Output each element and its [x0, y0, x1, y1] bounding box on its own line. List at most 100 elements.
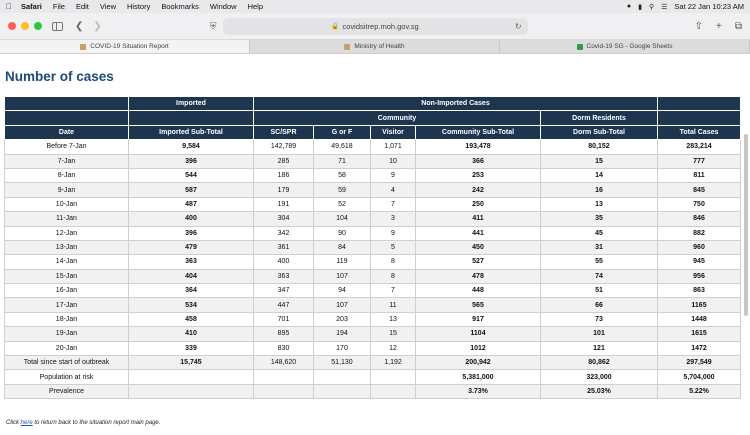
menu-window[interactable]: Window — [210, 2, 237, 11]
menubar-clock[interactable]: Sat 22 Jan 10:23 AM — [674, 2, 744, 11]
window-controls — [8, 22, 42, 30]
tab-situation-report[interactable]: COVID-19 Situation Report — [0, 40, 250, 53]
table-cell — [128, 383, 254, 400]
table-cell: 74 — [540, 268, 658, 285]
table-cell: 14 — [540, 167, 658, 184]
table-cell: 366 — [415, 153, 541, 169]
table-cell: 8 — [370, 254, 416, 270]
table-cell: 200,942 — [415, 355, 541, 371]
table-header-row-2: Community Dorm Residents — [4, 110, 741, 126]
tab-overview-icon[interactable]: ⧉ — [735, 21, 742, 32]
table-cell: 55 — [540, 254, 658, 270]
header-spacer — [4, 95, 129, 112]
table-cell: 71 — [313, 153, 371, 169]
row-label-cell: 8-Jan — [4, 167, 129, 184]
header-spacer — [4, 110, 129, 126]
table-cell: 400 — [253, 254, 314, 270]
table-cell: 94 — [313, 283, 371, 299]
tab-bar: COVID-19 Situation Report Ministry of He… — [0, 40, 750, 54]
table-cell: 1615 — [657, 326, 741, 342]
control-center-icon[interactable]: ☰ — [661, 3, 667, 11]
table-cell: 101 — [540, 326, 658, 342]
forward-icon[interactable]: ❯ — [93, 21, 101, 32]
table-cell: 845 — [657, 182, 741, 198]
wifi-icon[interactable]: ● — [627, 3, 631, 10]
tab-google-sheets[interactable]: Covid-19 SG - Google Sheets — [500, 40, 750, 53]
table-cell: 342 — [253, 225, 314, 241]
table-row: 7-Jan 396 285 71 10 366 15 777 — [4, 153, 741, 169]
menu-file[interactable]: File — [53, 2, 65, 11]
share-icon[interactable]: ⇧ — [695, 21, 703, 32]
reload-icon[interactable]: ↻ — [515, 22, 522, 31]
menubar-status-area: ● ▮ ⚲ ☰ Sat 22 Jan 10:23 AM — [627, 2, 744, 11]
table-row: 19-Jan 410 895 194 15 1104 101 1615 — [4, 326, 741, 342]
close-window-button[interactable] — [8, 22, 16, 30]
table-row: Before 7-Jan 9,584 142,789 49,618 1,071 193,4… — [4, 139, 741, 155]
search-icon[interactable]: ⚲ — [649, 3, 654, 11]
table-cell: 10 — [370, 153, 416, 169]
table-cell: 84 — [313, 239, 371, 256]
table-cell: 31 — [540, 239, 658, 256]
menu-edit[interactable]: Edit — [76, 2, 89, 11]
safari-toolbar: ❮ ❯ ⛨ 🔒 covidsitrep.moh.gov.sg ↻ ⇧ + ⧉ — [0, 13, 750, 40]
table-row: 10-Jan 487 191 52 7 250 13 750 — [4, 196, 741, 213]
table-cell: 450 — [415, 239, 541, 256]
table-cell — [128, 369, 254, 385]
table-cell: 7 — [370, 283, 416, 299]
menu-view[interactable]: View — [100, 2, 116, 11]
table-cell: 478 — [415, 268, 541, 285]
table-cell: 447 — [253, 297, 314, 313]
table-cell: 3.73% — [415, 383, 541, 400]
zoom-window-button[interactable] — [34, 22, 42, 30]
table-cell: 170 — [313, 340, 371, 357]
menu-help[interactable]: Help — [248, 2, 263, 11]
table-cell: 895 — [253, 326, 314, 342]
battery-icon[interactable]: ▮ — [638, 3, 642, 11]
new-tab-icon[interactable]: + — [716, 21, 722, 32]
footer-prefix: Click — [6, 420, 21, 426]
menu-history[interactable]: History — [127, 2, 150, 11]
privacy-shield-icon[interactable]: ⛨ — [210, 21, 217, 32]
table-cell: 253 — [415, 167, 541, 184]
table-cell: 396 — [128, 225, 254, 241]
table-cell: 11 — [370, 297, 416, 313]
table-cell — [253, 369, 314, 385]
tab-label: Covid-19 SG - Google Sheets — [586, 43, 673, 50]
table-header-row-1: Imported Non-Imported Cases — [4, 95, 741, 112]
table-cell: 830 — [253, 340, 314, 357]
scrollbar-thumb[interactable] — [744, 134, 748, 316]
page-title: Number of cases — [5, 69, 114, 84]
col-header-visitor: Visitor — [370, 124, 416, 141]
table-cell: 1472 — [657, 340, 741, 357]
menu-bar:  Safari File Edit View History Bookmark… — [0, 0, 750, 13]
menu-app-name[interactable]: Safari — [21, 2, 42, 11]
return-link[interactable]: here — [21, 420, 33, 426]
table-cell: 701 — [253, 311, 314, 328]
table-cell: 917 — [415, 311, 541, 328]
table-row: Prevalence 3.73% 25.03% 5.22% — [4, 383, 741, 400]
col-header-date: Date — [4, 124, 129, 141]
table-cell: 4 — [370, 182, 416, 198]
table-cell: 59 — [313, 182, 371, 198]
sidebar-toggle-icon[interactable] — [52, 21, 63, 31]
table-cell: 411 — [415, 211, 541, 227]
tab-ministry-of-health[interactable]: Ministry of Health — [250, 40, 500, 53]
table-cell: 1,071 — [370, 139, 416, 155]
table-cell: 15,745 — [128, 355, 254, 371]
col-header-total-cases: Total Cases — [657, 124, 741, 141]
back-icon[interactable]: ❮ — [75, 21, 83, 32]
apple-icon[interactable]:  — [6, 2, 12, 11]
table-cell: 15 — [540, 153, 658, 169]
menu-bookmarks[interactable]: Bookmarks — [161, 2, 199, 11]
url-text[interactable]: covidsitrep.moh.gov.sg — [343, 22, 419, 31]
table-cell: 107 — [313, 297, 371, 313]
table-cell: 35 — [540, 211, 658, 227]
minimize-window-button[interactable] — [21, 22, 29, 30]
table-cell: 5.22% — [657, 383, 741, 400]
address-bar[interactable]: 🔒 covidsitrep.moh.gov.sg ↻ — [222, 17, 528, 35]
table-cell: 9 — [370, 167, 416, 184]
table-cell: 194 — [313, 326, 371, 342]
table-cell: 448 — [415, 283, 541, 299]
table-header-row-3: Date Imported Sub-Total SC/SPR G or F Vi… — [4, 124, 741, 141]
table-cell: 250 — [415, 196, 541, 213]
